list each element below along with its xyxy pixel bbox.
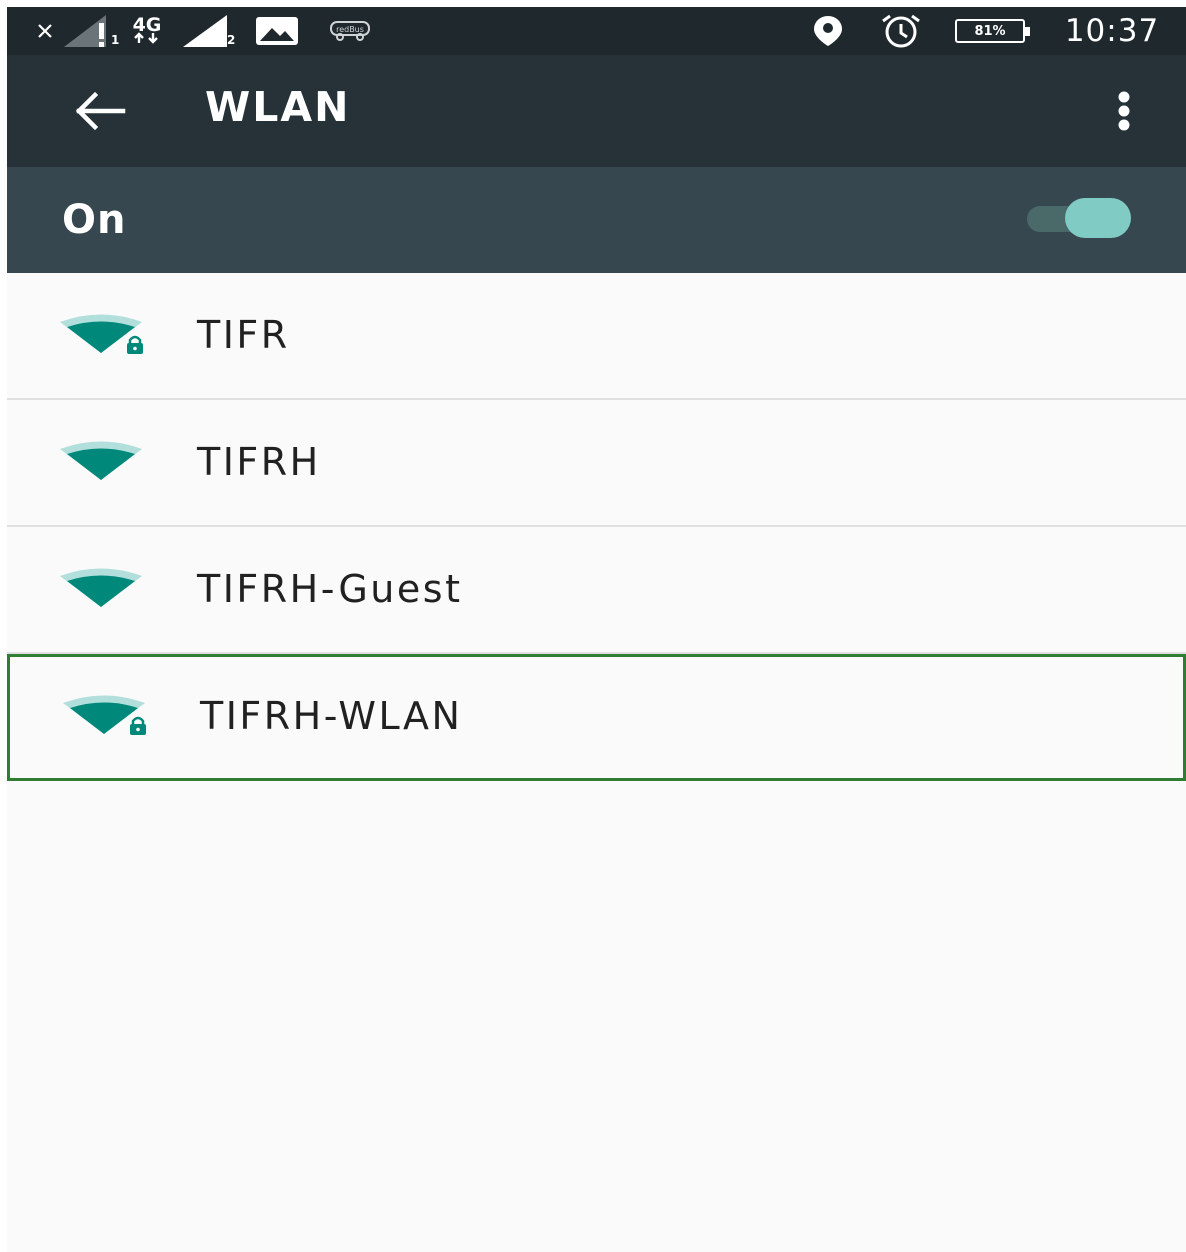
clock: 10:37	[1053, 7, 1171, 55]
arrow-back-icon	[75, 91, 126, 131]
network-4g-icon: 4G	[127, 7, 167, 55]
wifi-locked-icon	[60, 314, 143, 354]
signal-icon: 2	[175, 7, 237, 55]
wifi-icon	[60, 568, 142, 607]
redbus-label: redBus	[336, 25, 364, 34]
network-row-tifrh-guest[interactable]: TIFRH-Guest	[7, 527, 1186, 654]
toggle-thumb[interactable]	[1065, 198, 1131, 238]
network-list: TIFR TIFRH TIFRH-Guest TIFRH-WLAN	[7, 273, 1186, 781]
sim1-label: 1	[111, 33, 120, 47]
more-vert-icon	[1118, 91, 1130, 131]
redbus-icon: redBus	[327, 7, 373, 55]
battery-percent: 81%	[974, 23, 1006, 39]
signal-no-sim-icon: 1	[61, 7, 123, 55]
wifi-locked-icon	[63, 695, 146, 735]
battery-icon: 81%	[951, 7, 1030, 55]
location-icon	[807, 7, 849, 55]
wifi-icon	[60, 441, 142, 480]
wlan-toggle[interactable]	[1025, 197, 1133, 241]
network-row-tifrh[interactable]: TIFRH	[7, 400, 1186, 527]
page-title: WLAN	[205, 83, 351, 131]
more-options-button[interactable]	[1097, 81, 1151, 141]
wlan-switch-bar[interactable]: On	[7, 167, 1186, 273]
network-ssid: TIFR	[197, 313, 290, 357]
network-row-tifr[interactable]: TIFR	[7, 273, 1186, 400]
wlan-switch-label: On	[62, 197, 127, 243]
sim2-label: 2	[227, 33, 236, 47]
network-row-tifrh-wlan[interactable]: TIFRH-WLAN	[7, 654, 1186, 781]
network-type-label: 4G	[132, 14, 162, 36]
app-bar: WLAN	[7, 55, 1186, 167]
alarm-icon	[875, 7, 927, 55]
network-ssid: TIFRH-WLAN	[200, 694, 463, 738]
network-ssid: TIFRH-Guest	[197, 567, 463, 611]
back-button[interactable]	[67, 83, 131, 139]
network-ssid: TIFRH	[197, 440, 321, 484]
status-bar: 1 4G 2 redBus 81% 10:37	[7, 7, 1186, 55]
time-label: 10:37	[1064, 13, 1160, 49]
wlan-settings-screen: 1 4G 2 redBus 81% 10:37 WLAN On TIFR TIF…	[7, 7, 1186, 1252]
image-icon	[253, 7, 301, 55]
close-icon	[33, 7, 57, 55]
